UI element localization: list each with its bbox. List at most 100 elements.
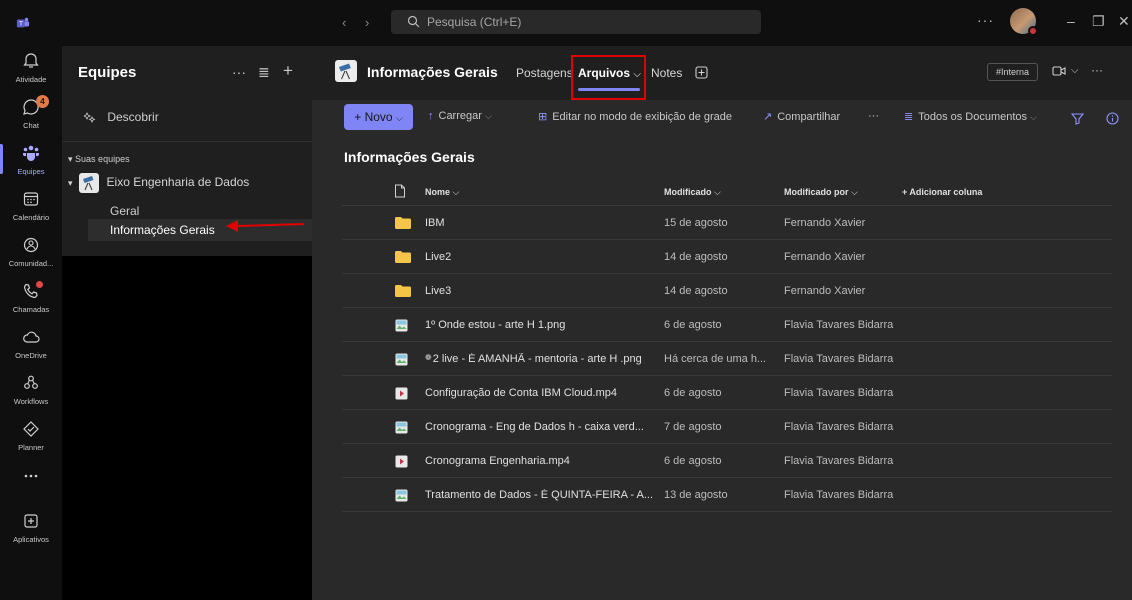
chevron-down-icon: ⌵ [395,113,403,123]
table-row[interactable]: Configuração de Conta IBM Cloud.mp4 6 de … [342,376,1112,410]
column-header-modified-by[interactable]: Modificado por ⌵ [784,187,858,198]
community-icon [23,237,39,253]
channel-title: Informações Gerais [367,64,498,80]
edit-grid-button[interactable]: ⊞ Editar no modo de exibição de grade [538,110,732,123]
file-name[interactable]: Cronograma Engenharia.mp4 [425,455,665,467]
table-row[interactable]: 1º Onde estou - arte H 1.png 6 de agosto F… [342,308,1112,342]
new-button[interactable]: + Novo ⌵ [344,104,413,130]
plus-icon: + [354,110,365,124]
rail-label: OneDrive [15,351,47,360]
channel-header: Informações Gerais Postagens Arquivos ⌵ … [312,46,1132,100]
discover-button[interactable]: Descobrir [83,110,159,128]
search-icon [407,15,420,28]
chevron-down-icon: ⌵ [1030,112,1037,122]
file-name[interactable]: IBM [425,217,665,229]
table-row[interactable]: Cronograma - Eng de Dados h - caixa verd… [342,410,1112,444]
back-icon[interactable]: ‹ [342,15,346,30]
modified-date: 15 de agosto [664,217,728,229]
add-icon[interactable]: + [283,61,293,81]
share-icon: ↗ [763,111,773,123]
rail-label: Aplicativos [13,535,49,544]
rail-item-more[interactable] [0,460,62,506]
filter-icon[interactable]: ≣ [258,64,270,81]
more-options-icon[interactable]: ··· [977,12,994,28]
more-commands-icon[interactable]: ··· [868,110,879,122]
channel-logo-icon [335,60,357,82]
meet-icon[interactable] [1052,65,1066,77]
chevron-down-icon: ⌵ [452,187,460,197]
more-options-icon[interactable]: ··· [1091,63,1103,77]
file-name[interactable]: Cronograma - Eng de Dados h - caixa verd… [425,421,665,433]
channel-item-geral[interactable]: Geral [110,204,139,218]
modified-date: 7 de agosto [664,421,722,433]
file-name-label: Cronograma - Eng de Dados h - caixa verd… [425,421,644,433]
rail-item-chat[interactable]: 4 Chat [0,92,62,138]
view-lines-icon: ≣ [904,111,914,123]
calendar-icon [23,192,39,206]
minimize-icon[interactable]: – [1067,13,1075,29]
file-name-label: Live3 [425,285,452,297]
command-bar: + Novo ⌵ ↑ Carregar ⌵ ⊞ Editar no modo de … [312,100,1132,140]
table-header: Nome ⌵ Modificado ⌵ Modificado por ⌵ + A… [342,176,1112,206]
modified-date: 6 de agosto [664,319,722,331]
video-file-icon [395,387,408,403]
teams-icon [23,145,39,161]
column-header-name[interactable]: Nome ⌵ [425,187,459,198]
rail-item-workflows[interactable]: Workflows [0,368,62,414]
chevron-down-icon[interactable]: ⌵ [1071,65,1079,76]
view-selector[interactable]: ≣ Todos os Documentos ⌵ [904,110,1037,123]
file-name[interactable]: Tratamento de Dados - É QUINTA-FEIRA - A… [425,489,665,501]
rail-label: Comunidad... [8,259,54,268]
rail-item-onedrive[interactable]: OneDrive [0,322,62,368]
add-tab-icon[interactable] [695,66,708,79]
more-options-icon[interactable]: ··· [232,64,246,80]
upload-label: Carregar [438,110,482,122]
apps-icon [24,514,38,528]
file-name[interactable]: Configuração de Conta IBM Cloud.mp4 [425,387,665,399]
forward-icon[interactable]: › [365,15,369,30]
table-row[interactable]: Tratamento de Dados - É QUINTA-FEIRA - A… [342,478,1112,512]
close-icon[interactable]: ✕ [1118,13,1130,30]
modified-date: 6 de agosto [664,455,722,467]
rail-label: Chat [23,121,39,130]
rail-item-planner[interactable]: Planner [0,414,62,460]
rail-item-apps[interactable]: Aplicativos [0,506,62,552]
missed-call-dot [36,281,43,288]
filter-icon[interactable] [1071,112,1084,125]
bell-icon [23,53,39,68]
chevron-down-icon: ⌵ [484,111,492,121]
table-row[interactable]: Live3 14 de agosto Fernando Xavier [342,274,1112,308]
file-name[interactable]: Live2 [425,251,665,263]
avatar[interactable] [1010,8,1038,36]
file-name[interactable]: ❁2 live - É AMANHÃ - mentoria - arte H .… [425,353,665,365]
search-input[interactable] [427,14,747,30]
rail-item-community[interactable]: Comunidad... [0,230,62,276]
restore-icon[interactable]: ❐ [1092,13,1105,30]
file-type-icon[interactable] [394,184,406,198]
cloud-icon [23,331,40,343]
sensitivity-tag[interactable]: #Interna [987,63,1039,81]
rail-item-calls[interactable]: Chamadas [0,276,62,322]
tab-notes[interactable]: Notes [651,66,682,80]
table-row[interactable]: IBM 15 de agosto Fernando Xavier [342,206,1112,240]
table-row[interactable]: Live2 14 de agosto Fernando Xavier [342,240,1112,274]
table-row[interactable]: ❁2 live - É AMANHÃ - mentoria - arte H .… [342,342,1112,376]
share-button[interactable]: ↗ Compartilhar [763,110,840,123]
rail-item-teams[interactable]: Equipes [0,138,62,184]
file-name[interactable]: 1º Onde estou - arte H 1.png [425,319,665,331]
team-item[interactable]: ▾ Eixo Engenharia de Dados [68,173,249,193]
page-title: Equipes [78,64,137,81]
table-row[interactable]: Cronograma Engenharia.mp4 6 de agosto Flav… [342,444,1112,478]
rail-item-activity[interactable]: Atividade [0,46,62,92]
search-box[interactable] [391,10,761,34]
file-name-label: Tratamento de Dados - É QUINTA-FEIRA - A… [425,489,654,501]
add-column-button[interactable]: + Adicionar coluna [902,187,982,197]
column-header-modified[interactable]: Modificado ⌵ [664,187,721,198]
file-name[interactable]: Live3 [425,285,665,297]
upload-button[interactable]: ↑ Carregar ⌵ [428,110,492,122]
info-icon[interactable] [1106,112,1119,125]
tab-posts[interactable]: Postagens [516,66,573,80]
rail-item-calendar[interactable]: Calendário [0,184,62,230]
your-teams-header[interactable]: ▾ Suas equipes [68,154,130,165]
svg-text:T: T [18,21,23,28]
